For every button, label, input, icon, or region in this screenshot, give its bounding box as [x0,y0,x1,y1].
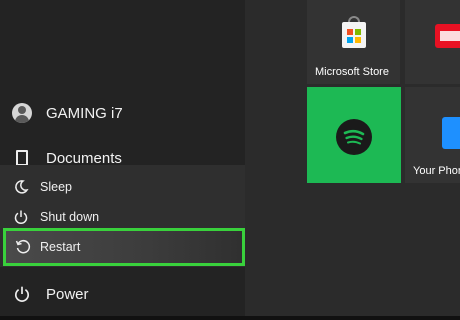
restart-option[interactable]: Restart [3,228,245,266]
shutdown-option[interactable]: Shut down [4,202,244,232]
restart-icon [14,238,32,256]
phone-tile-label: Your Phone [413,165,460,177]
red-app-tile[interactable] [405,0,460,84]
taskbar-edge [0,316,460,320]
user-account-item[interactable]: GAMING i7 [0,93,245,133]
sleep-option[interactable]: Sleep [4,172,244,202]
moon-icon [12,178,30,196]
store-tile-label: Microsoft Store [315,66,389,78]
shutdown-label: Shut down [40,210,100,224]
phone-icon [442,117,460,149]
spotify-tile[interactable] [307,87,401,183]
microsoft-store-tile[interactable]: Microsoft Store [307,0,400,84]
power-icon [12,208,30,226]
power-icon [12,284,32,304]
your-phone-tile[interactable]: Your Phone [405,87,460,183]
spotify-icon [336,119,372,155]
user-name-label: GAMING i7 [46,104,123,122]
power-label: Power [46,285,89,303]
documents-label: Documents [46,149,122,167]
restart-label: Restart [40,240,81,254]
red-app-icon [435,24,460,48]
sleep-label: Sleep [40,180,72,194]
user-avatar-icon [12,103,32,123]
power-button[interactable]: Power [0,274,245,314]
microsoft-store-icon [342,22,366,48]
